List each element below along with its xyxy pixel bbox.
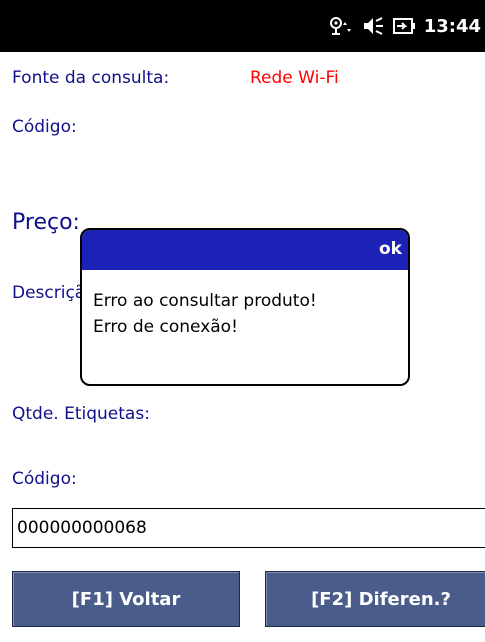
dialog-ok-button[interactable]: ok — [379, 239, 402, 259]
code-input-label: Código: — [12, 469, 77, 489]
code-input[interactable]: 000000000068 — [12, 508, 485, 548]
source-value: Rede Wi-Fi — [250, 68, 339, 88]
volume-icon[interactable] — [362, 15, 384, 37]
price-label: Preço: — [12, 210, 80, 235]
source-label: Fonte da consulta: — [12, 68, 170, 88]
dialog-title-bar: ok — [82, 230, 408, 270]
code-label: Código: — [12, 117, 77, 137]
clock[interactable]: 13:44 — [424, 16, 481, 37]
back-button[interactable]: [F1] Voltar — [12, 571, 240, 627]
error-dialog: ok Erro ao consultar produto! Erro de co… — [80, 228, 410, 386]
dialog-message-line-2: Erro de conexão! — [93, 317, 238, 337]
dialog-message-line-1: Erro ao consultar produto! — [93, 291, 317, 311]
labels-quantity-label: Qtde. Etiquetas: — [12, 404, 150, 424]
status-icons: 13:44 — [328, 14, 481, 38]
battery-charging-icon[interactable] — [392, 15, 416, 37]
dialog-message: Erro ao consultar produto! Erro de conex… — [82, 270, 408, 340]
status-bar: 13:44 — [0, 0, 485, 52]
network-icon[interactable] — [328, 15, 354, 37]
difference-button[interactable]: [F2] Diferen.? — [265, 571, 485, 627]
